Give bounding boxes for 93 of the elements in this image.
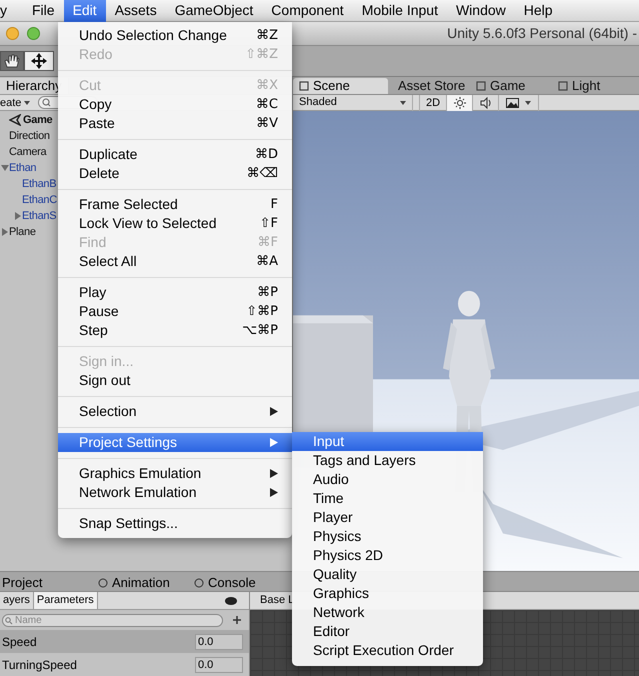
- collapsed-arrow-icon[interactable]: [0, 228, 8, 236]
- hand-icon: [4, 54, 20, 68]
- submenu-item[interactable]: Selection: [58, 402, 292, 421]
- menu-item[interactable]: Frame Selected F: [58, 195, 292, 214]
- hierarchy-item[interactable]: EthanS: [22, 208, 56, 224]
- hierarchy-item[interactable]: EthanB: [22, 176, 56, 192]
- menu-item[interactable]: Network: [292, 603, 483, 622]
- menu-item[interactable]: Snap Settings...: [58, 514, 292, 533]
- submenu-item[interactable]: Graphics Emulation: [58, 464, 292, 483]
- menu-bar-item[interactable]: GameObject: [166, 0, 262, 22]
- submenu-item[interactable]: Project Settings: [58, 433, 292, 452]
- move-tool-button[interactable]: [24, 50, 54, 71]
- parameter-row[interactable]: Speed 0.0: [0, 630, 249, 653]
- move-arrows-icon: [31, 52, 47, 69]
- menu-item[interactable]: Script Execution Order: [292, 641, 483, 660]
- panel-tab[interactable]: Console: [192, 574, 288, 591]
- lighting-toggle-button[interactable]: [447, 94, 474, 111]
- menu-item[interactable]: Tags and Layers: [292, 451, 483, 470]
- submenu-arrow-icon: [270, 438, 278, 447]
- scene-tab[interactable]: Asset Store: [388, 78, 470, 94]
- tab-icon: [476, 81, 486, 92]
- submenu-arrow-icon: [270, 469, 278, 478]
- hierarchy-item[interactable]: Game: [23, 112, 52, 128]
- parameter-value-field[interactable]: 0.0: [195, 634, 243, 650]
- parameter-name: TurningSpeed: [2, 656, 77, 674]
- menu-bar-item[interactable]: Window: [446, 0, 515, 22]
- collapsed-arrow-icon[interactable]: [14, 212, 22, 220]
- panel-tab[interactable]: Animation: [96, 574, 192, 591]
- menu-bar-item[interactable]: Assets: [106, 0, 166, 22]
- menu-item[interactable]: Graphics: [292, 584, 483, 603]
- menu-item[interactable]: Quality: [292, 565, 483, 584]
- sun-icon: [454, 96, 466, 109]
- parameter-value-field[interactable]: 0.0: [195, 656, 243, 672]
- menu-item[interactable]: Paste ⌘V: [58, 114, 292, 133]
- menu-item[interactable]: Select All ⌘A: [58, 252, 292, 271]
- submenu-item[interactable]: Network Emulation: [58, 483, 292, 502]
- menu-bar-item[interactable]: Help: [514, 0, 562, 22]
- hierarchy-item[interactable]: Ethan: [9, 160, 36, 176]
- caret-icon: [400, 100, 406, 105]
- menu-bar-item[interactable]: Edit: [64, 0, 106, 22]
- layer-tab[interactable]: Base L: [250, 592, 294, 609]
- hierarchy-item[interactable]: Direction: [9, 128, 50, 144]
- menu-item[interactable]: Sign out: [58, 371, 292, 390]
- unity-logo-icon: [9, 114, 21, 126]
- menu-item[interactable]: Input: [292, 432, 483, 451]
- hierarchy-item[interactable]: Plane: [9, 224, 36, 240]
- window-title: Unity 5.6.0f3 Personal (64bit) -: [447, 24, 638, 43]
- menu-item[interactable]: Player: [292, 508, 483, 527]
- menu-item[interactable]: Physics: [292, 527, 483, 546]
- submenu-arrow-icon: [270, 407, 278, 416]
- hierarchy-item[interactable]: EthanC: [22, 192, 57, 208]
- menu-item[interactable]: Pause ⇧⌘P: [58, 302, 292, 321]
- menu-item[interactable]: Lock View to Selected ⇧F: [58, 214, 292, 233]
- tab-icon: [558, 81, 568, 92]
- menu-bar-item[interactable]: y: [0, 0, 23, 22]
- menu-bar-item[interactable]: File: [23, 0, 64, 22]
- hand-tool-button[interactable]: [0, 50, 24, 71]
- menu-bar-item[interactable]: Component: [262, 0, 353, 22]
- menu-item[interactable]: Duplicate ⌘D: [58, 145, 292, 164]
- scene-tab[interactable]: Game: [470, 78, 552, 94]
- search-icon: [5, 616, 13, 624]
- search-icon: [42, 98, 52, 108]
- menu-item[interactable]: Audio: [292, 470, 483, 489]
- parameter-name: Speed: [2, 634, 37, 650]
- caret-icon: [525, 100, 532, 105]
- menu-item[interactable]: Step ⌥⌘P: [58, 321, 292, 340]
- create-dropdown[interactable]: eate: [0, 96, 30, 110]
- submenu-arrow-icon: [270, 488, 278, 497]
- scene-tab[interactable]: Light: [552, 78, 634, 94]
- menu-item[interactable]: Undo Selection Change ⌘Z: [58, 26, 292, 45]
- image-icon: [506, 98, 520, 108]
- plus-icon: [233, 616, 241, 624]
- eye-icon[interactable]: [225, 596, 237, 604]
- menu-item[interactable]: Editor: [292, 622, 483, 641]
- search-field[interactable]: Name: [2, 614, 223, 626]
- expanded-arrow-icon[interactable]: [0, 164, 8, 172]
- speaker-icon: [480, 96, 492, 109]
- menu-item[interactable]: Time: [292, 489, 483, 508]
- tab-icon: [194, 578, 204, 588]
- menu-item[interactable]: Copy ⌘C: [58, 95, 292, 114]
- tab-icon: [299, 81, 309, 92]
- scene-tab[interactable]: Scene: [293, 78, 388, 94]
- sub-tab[interactable]: Parameters: [34, 592, 98, 609]
- parameter-row[interactable]: TurningSpeed 0.0: [0, 653, 249, 676]
- zoom-button[interactable]: [27, 26, 40, 40]
- menu-item[interactable]: Delete ⌘⌫: [58, 164, 292, 183]
- panel-tab[interactable]: Project: [0, 574, 96, 591]
- menu-item[interactable]: Physics 2D: [292, 546, 483, 565]
- menu-item[interactable]: Play ⌘P: [58, 283, 292, 302]
- caret-icon: [24, 100, 30, 105]
- hierarchy-item[interactable]: Camera: [9, 144, 46, 160]
- tab-icon: [98, 578, 108, 588]
- menu-bar-item[interactable]: Mobile Input: [352, 0, 447, 22]
